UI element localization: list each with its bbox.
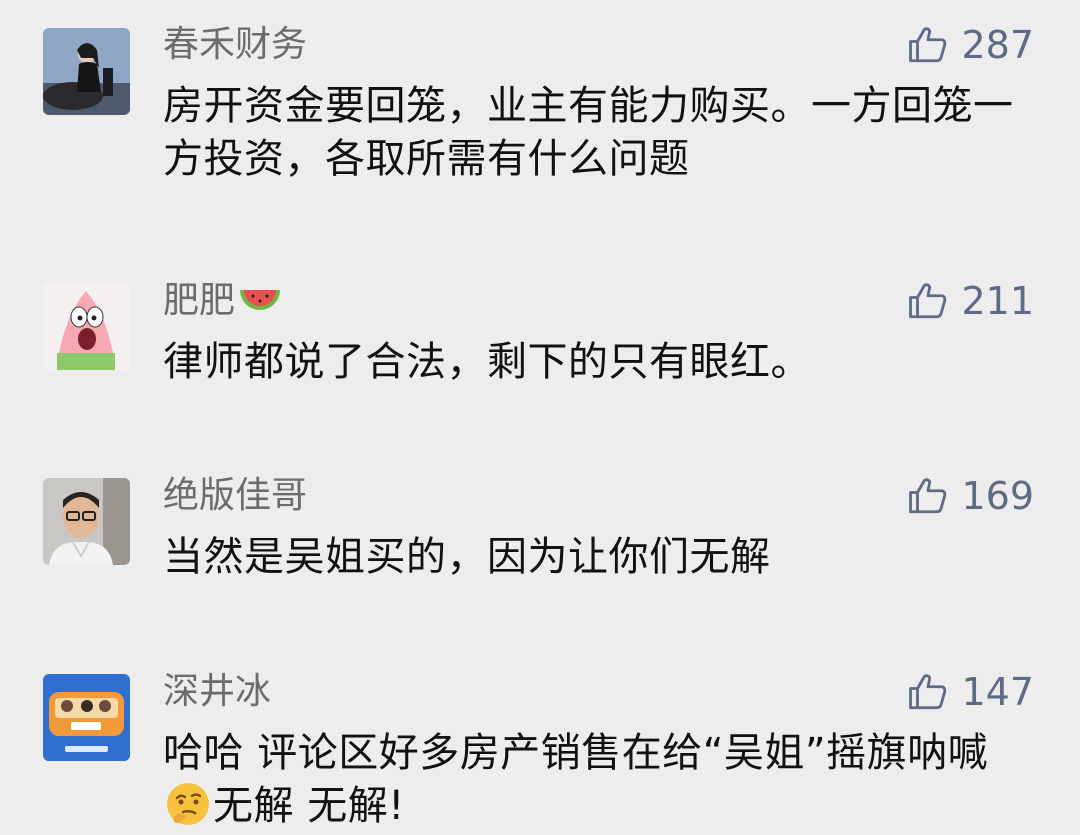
avatar-woman-on-horse-icon — [43, 28, 130, 115]
comment-text: 哈哈 评论区好多房产销售在给“吴姐”摇旗呐喊 无解 无解! — [163, 727, 1033, 833]
like-count: 169 — [961, 474, 1034, 518]
like-button[interactable]: 147 — [907, 670, 1034, 714]
comment-text-part: 无解 无解! — [213, 783, 405, 829]
like-count: 147 — [961, 670, 1034, 714]
comment-text: 房开资金要回笼，业主有能力购买。一方回笼一方投资，各取所需有什么问题 — [163, 83, 1014, 182]
username-text: 肥肥 — [163, 280, 236, 321]
comment-text: 律师都说了合法，剩下的只有眼红。 — [163, 339, 811, 385]
thumbs-up-icon — [909, 283, 947, 319]
comment-text: 当然是吴姐买的，因为让你们无解 — [163, 534, 771, 580]
like-count: 211 — [961, 279, 1034, 323]
thumbs-up-icon — [909, 478, 947, 514]
avatar[interactable] — [43, 28, 130, 115]
like-button[interactable]: 287 — [907, 23, 1034, 67]
comment-text-part: 哈哈 评论区好多房产销售在给“吴姐”摇旗呐喊 — [163, 730, 989, 776]
username[interactable]: 绝版佳哥 — [163, 475, 307, 517]
username[interactable]: 深井冰 — [163, 671, 271, 713]
like-button[interactable]: 211 — [907, 279, 1034, 323]
thinking-face-icon — [167, 783, 209, 825]
avatar[interactable] — [43, 478, 130, 565]
avatar[interactable] — [43, 283, 130, 370]
like-button[interactable]: 169 — [907, 474, 1034, 518]
comment-list: 春禾财务 287 房开资金要回笼，业主有能力购买。一方回笼一方投资，各取所需有什… — [0, 0, 1080, 835]
like-count: 287 — [961, 23, 1034, 67]
username[interactable]: 肥肥 — [163, 280, 283, 322]
thumbs-up-icon — [909, 27, 947, 63]
avatar-cartoon-family-car-icon — [43, 674, 130, 761]
avatar[interactable] — [43, 674, 130, 761]
avatar-man-with-glasses-icon — [43, 478, 130, 565]
watermelon-icon — [240, 290, 281, 310]
thumbs-up-icon — [909, 674, 947, 710]
avatar-cartoon-starfish-icon — [43, 283, 130, 370]
username[interactable]: 春禾财务 — [163, 24, 307, 66]
